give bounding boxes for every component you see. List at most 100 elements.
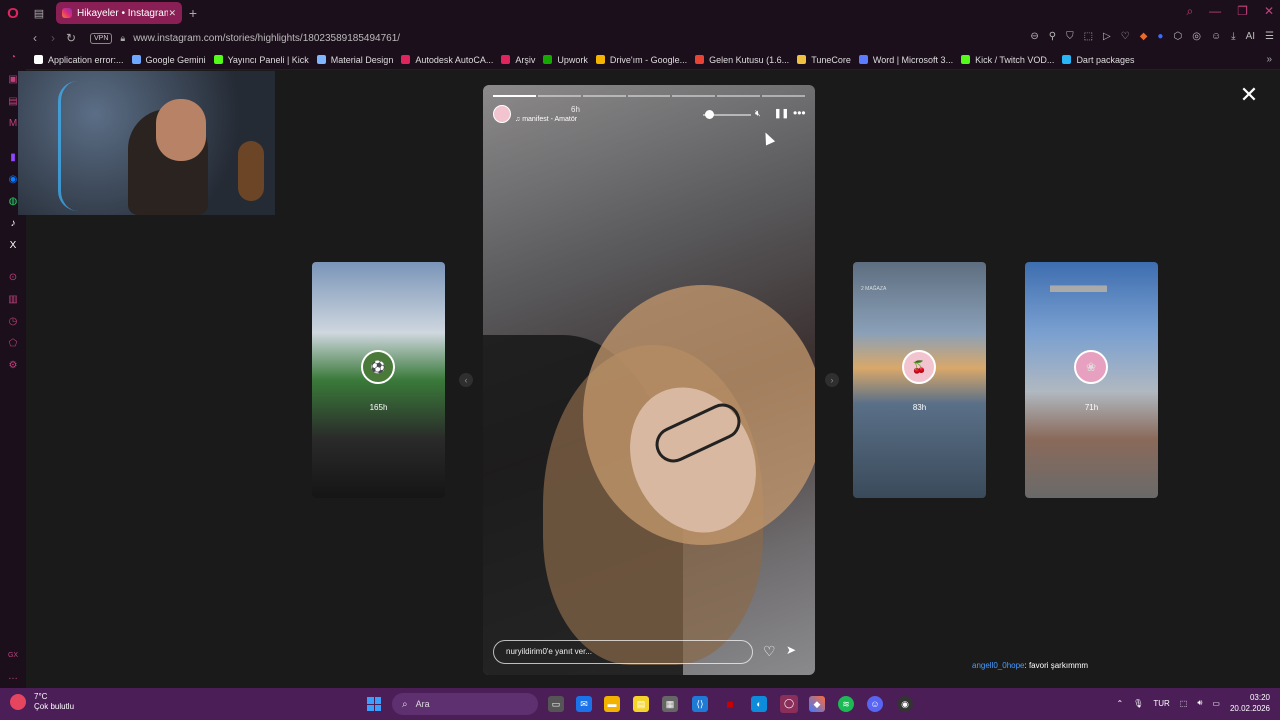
opera-gx-icon[interactable]: ◯ <box>780 695 798 713</box>
bookmark-item[interactable]: Application error:... <box>34 55 124 65</box>
snapshot-sidebar-icon[interactable]: ▥ <box>7 294 19 306</box>
close-window-icon[interactable]: ✕ <box>1264 4 1274 19</box>
file-explorer-icon[interactable]: ▬ <box>604 696 620 712</box>
task-view-icon[interactable]: ▭ <box>548 696 564 712</box>
tray-expand-icon[interactable]: ⌃ <box>1116 699 1123 708</box>
pin-icon[interactable]: ⚲ <box>1049 31 1056 42</box>
player-sidebar-icon[interactable]: ⊙ <box>7 272 19 284</box>
story-avatar[interactable] <box>493 105 511 123</box>
volume-knob[interactable] <box>705 110 714 119</box>
shield-icon[interactable]: ⛉ <box>1066 31 1074 42</box>
like-heart-icon[interactable]: ♡ <box>763 643 776 660</box>
bookmark-label: Google Gemini <box>145 54 206 65</box>
sidebar-more-icon[interactable]: … <box>7 671 19 683</box>
history-icon[interactable]: ◷ <box>7 316 19 328</box>
bookmark-label: Dart packages <box>1076 54 1135 65</box>
tab-menu-icon[interactable]: ▤ <box>26 0 52 26</box>
snapshot-icon[interactable]: ⬚ <box>1084 31 1093 42</box>
tiktok-icon[interactable]: ♪ <box>7 218 19 230</box>
send-icon[interactable]: ➤ <box>786 643 796 657</box>
bookmark-item[interactable]: Kick / Twitch VOD... <box>961 55 1054 65</box>
bookmark-item[interactable]: TuneCore <box>797 55 851 65</box>
outlook-icon[interactable]: ✉ <box>576 696 592 712</box>
start-button-icon[interactable] <box>367 697 381 711</box>
volume-icon[interactable]: 🔊︎ <box>1197 698 1202 708</box>
wallet-icon[interactable]: ◎ <box>1192 31 1201 42</box>
vscode-icon[interactable]: ⟨⟩ <box>692 696 708 712</box>
microphone-icon[interactable]: 🎙︎ <box>1133 699 1143 708</box>
profile-icon[interactable]: ☺ <box>1211 31 1221 42</box>
sticky-notes-icon[interactable]: ▤ <box>633 696 649 712</box>
battery-icon[interactable]: ▭ <box>1212 699 1220 708</box>
maximize-icon[interactable]: ❐ <box>1237 4 1248 19</box>
player-icon[interactable]: ▷ <box>1103 31 1111 42</box>
weather-widget[interactable]: 7°C Çok bulutlu <box>10 692 74 712</box>
close-story-icon[interactable]: ✕ <box>1238 84 1260 106</box>
bookmark-item[interactable]: Gelen Kutusu (1.6... <box>695 55 789 65</box>
edge-icon[interactable]: ◐ <box>751 696 767 712</box>
settings-icon[interactable]: ⚙ <box>7 360 19 372</box>
next-story-preview[interactable]: 2 MAĞAZA 🍒 83h <box>853 262 986 498</box>
minimize-icon[interactable]: — <box>1209 4 1221 19</box>
gx-logo-icon[interactable]: GX <box>7 650 19 662</box>
bookmark-item[interactable]: Drive'ım - Google... <box>595 55 687 65</box>
x-twitter-icon[interactable]: X <box>7 240 19 252</box>
download-icon[interactable]: ⤓ <box>1231 31 1235 42</box>
previous-story-preview[interactable]: ⚽ 165h <box>312 262 445 498</box>
extensions-icon[interactable]: ⬡ <box>1173 31 1182 42</box>
reload-icon[interactable]: ↻ <box>62 31 80 45</box>
mute-icon[interactable]: 🔇︎ <box>755 108 761 119</box>
vpn-extension-icon[interactable]: ● <box>1157 31 1163 42</box>
bookmark-item[interactable]: Yayıncı Paneli | Kick <box>213 55 309 65</box>
favorite-heart-icon[interactable]: ♡ <box>1121 31 1130 42</box>
opera-taskbar-icon[interactable]: ◼ <box>722 696 738 712</box>
cherry-icon: 🍒 <box>911 360 927 374</box>
bookmark-item[interactable]: Word | Microsoft 3... <box>858 55 953 65</box>
copilot-icon[interactable]: ◆ <box>809 696 825 712</box>
new-tab-button[interactable]: + <box>182 5 204 21</box>
story-music-label[interactable]: ♫ manifest - Amatör <box>515 116 577 123</box>
search-tabs-icon[interactable]: ⌕ <box>1186 4 1193 19</box>
bookmark-item[interactable]: Autodesk AutoCA... <box>401 55 493 65</box>
reply-input[interactable]: nuryildirim0'e yanıt ver... <box>493 640 753 664</box>
more-options-icon[interactable]: ••• <box>793 106 806 120</box>
bookmark-item[interactable]: Google Gemini <box>131 54 206 65</box>
pause-icon[interactable]: ❚❚ <box>774 108 789 119</box>
microsoft-store-icon[interactable]: ▦ <box>662 696 678 712</box>
clock[interactable]: 03:20 20.02.2026 <box>1230 692 1270 714</box>
active-story[interactable]: 6h ♫ manifest - Amatör 🔇︎ ❚❚ ••• nuryild… <box>483 85 815 675</box>
network-icon[interactable]: ⬚ <box>1180 699 1188 708</box>
discord-icon[interactable]: ☺ <box>867 696 883 712</box>
tab-instagram[interactable]: Hikayeler • Instagram ✕ <box>56 2 182 24</box>
language-indicator[interactable]: TUR <box>1153 699 1169 708</box>
opera-logo-icon[interactable]: O <box>0 0 26 26</box>
bookmark-item[interactable]: Upwork <box>543 55 588 65</box>
taskbar-search[interactable]: ⌕ Ara <box>392 693 538 715</box>
aria-ai-button[interactable]: AI <box>1246 31 1255 42</box>
story-age: 83h <box>912 403 927 412</box>
next-arrow-icon[interactable]: › <box>825 373 839 387</box>
vpn-badge[interactable]: VPN <box>90 32 113 44</box>
tab-close-icon[interactable]: ✕ <box>168 8 176 19</box>
extensions-sidebar-icon[interactable]: ⬠ <box>7 338 19 350</box>
back-icon[interactable]: ‹ <box>26 31 44 45</box>
speed-dial-icon[interactable]: ◔ <box>7 52 19 64</box>
easy-setup-icon[interactable]: ☰ <box>1265 31 1274 42</box>
extension-icon[interactable]: ◆ <box>1140 31 1148 42</box>
bookmark-item[interactable]: Material Design <box>316 55 393 65</box>
next-story-preview[interactable]: ████████████████ ❀ 71h <box>1025 262 1158 498</box>
lock-icon[interactable]: 🔒︎ <box>120 33 125 44</box>
webcam-overlay <box>18 71 275 215</box>
bookmark-item[interactable]: Arşiv <box>501 55 535 65</box>
bookmarks-overflow-icon[interactable]: » <box>1266 54 1272 65</box>
obs-icon[interactable]: ◉ <box>897 696 913 712</box>
bookmark-favicon-icon <box>316 55 326 64</box>
bookmarks-bar: Application error:... Google Gemini Yayınc… <box>26 50 1280 70</box>
url-field[interactable]: www.instagram.com/stories/highlights/180… <box>133 33 400 44</box>
bookmark-item[interactable]: Dart packages <box>1062 55 1134 65</box>
zoom-icon[interactable]: ⊖ <box>1030 31 1038 42</box>
forward-icon[interactable]: › <box>44 31 62 45</box>
bookmark-label: Gelen Kutusu (1.6... <box>709 54 790 65</box>
spotify-icon[interactable]: ≋ <box>838 696 854 712</box>
previous-arrow-icon[interactable]: ‹ <box>459 373 473 387</box>
